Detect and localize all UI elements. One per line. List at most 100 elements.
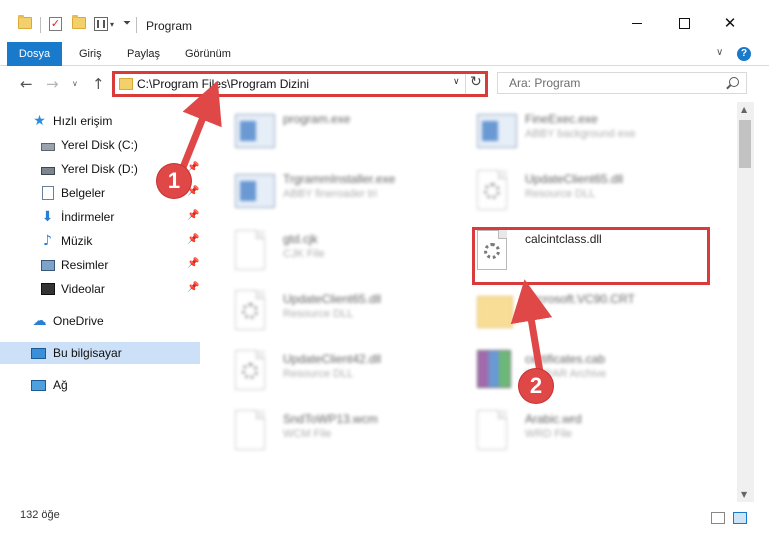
file-item[interactable]: UpdateClient65.dll Resource DLL [467,166,707,220]
tab-home[interactable]: Giriş [79,42,102,66]
download-icon: ⬇ [41,209,54,225]
title-bar: ✓ ▾ ⏷ Program ✕ [0,0,769,42]
file-name: TrgrammInstaller.exe [283,172,396,186]
file-icon [235,230,269,272]
file-name: program.exe [283,112,351,126]
address-bar[interactable]: C:\Program Files\Program Dizini ∨ ↻ [112,71,488,97]
sidebar-item-label: İndirmeler [61,210,115,224]
folder-icon[interactable] [18,15,32,29]
file-name: SndToWP13.wcm [283,412,378,426]
sidebar-item-music[interactable]: ♪ Müzik 📌 [0,230,200,252]
file-item[interactable]: Microsoft.VC90.CRT [467,286,707,340]
up-arrow-icon[interactable]: ↑ [92,75,105,93]
sidebar-item-network[interactable]: Ağ [0,374,200,396]
recent-locations-icon[interactable]: ∨ [72,79,78,88]
file-name: gtd.cjk [283,232,318,246]
search-box[interactable]: Ara: Program [497,72,747,94]
tab-share[interactable]: Paylaş [127,42,160,66]
pin-icon[interactable]: 📌 [187,234,199,245]
address-path[interactable]: C:\Program Files\Program Dizini [137,77,309,91]
scrollbar-thumb[interactable] [739,120,751,168]
file-type: Resource DLL [525,188,596,200]
maximize-button[interactable] [661,8,707,38]
file-item[interactable]: Arabic.wrd WRD File [467,406,707,460]
sidebar-item-onedrive[interactable]: ☁ OneDrive [0,310,200,332]
file-name: Microsoft.VC90.CRT [525,292,635,306]
sidebar-item-videos[interactable]: Videolar 📌 [0,278,200,300]
file-icon [235,410,269,452]
search-icon[interactable] [729,77,739,87]
dll-icon [235,350,269,392]
navigation-bar: ← → ∨ ↑ C:\Program Files\Program Dizini … [0,66,769,102]
drive-icon [40,162,55,176]
window-title: Program [146,19,193,33]
pin-icon[interactable]: 📌 [187,210,199,221]
file-name: UpdateClient65.dll [283,292,382,306]
sidebar-item-pictures[interactable]: Resimler 📌 [0,254,200,276]
view-options-icon[interactable] [94,17,108,31]
file-item[interactable]: gtd.cjk CJK File [225,226,465,280]
sidebar-item-label: Müzik [61,234,93,248]
file-type: WRD File [525,428,573,440]
details-view-icon[interactable] [711,512,725,524]
video-icon [40,282,55,296]
sidebar-item-local-disk-c[interactable]: Yerel Disk (C:) [0,134,200,156]
cloud-icon: ☁ [32,313,47,329]
file-name: UpdateClient65.dll [525,172,624,186]
search-input[interactable]: Ara: Program [509,76,580,90]
new-folder-icon[interactable] [72,15,86,29]
exe-icon [235,110,275,152]
file-item[interactable]: FineExec.exe ABBY background exe [467,106,707,160]
sidebar-item-quick-access[interactable]: ★ Hızlı erişim [0,110,200,132]
ribbon-tabs: Dosya Giriş Paylaş Görünüm ∨ ? [0,42,769,66]
pictures-icon [40,258,55,272]
pin-icon[interactable]: 📌 [187,282,199,293]
exe-icon [477,110,517,152]
sidebar-item-label: Videolar [61,282,105,296]
sidebar-item-this-pc[interactable]: Bu bilgisayar [0,342,200,364]
tab-file[interactable]: Dosya [7,42,62,66]
file-type: CJK File [283,248,325,260]
file-type: ABBY fineroader tri [283,188,377,200]
scroll-down-icon[interactable]: ▼ [741,490,747,499]
sidebar-item-downloads[interactable]: ⬇ İndirmeler 📌 [0,206,200,228]
file-item[interactable]: certificates.cab WinRAR Archive [467,346,707,400]
properties-check-icon[interactable]: ✓ [49,17,62,31]
file-item[interactable]: SndToWP13.wcm WCM File [225,406,465,460]
minimize-button[interactable] [614,8,660,38]
archive-icon [477,350,511,392]
pin-icon[interactable]: 📌 [187,258,199,269]
close-button[interactable]: ✕ [707,8,753,38]
divider [136,17,137,33]
file-name: FineExec.exe [525,112,598,126]
file-name: certificates.cab [525,352,606,366]
tab-view[interactable]: Görünüm [185,42,231,66]
forward-arrow-icon[interactable]: → [46,75,59,93]
customize-toolbar-icon[interactable]: ⏷ [123,18,131,29]
sidebar-item-label: Ağ [53,378,68,392]
refresh-icon[interactable]: ↻ [470,74,482,90]
pin-icon[interactable]: 📌 [187,162,199,173]
file-item[interactable]: program.exe [225,106,465,160]
large-icons-view-icon[interactable] [733,512,747,524]
star-icon: ★ [33,113,46,129]
drive-icon [40,138,55,152]
help-icon[interactable]: ? [737,47,751,61]
step-1-badge: 1 [157,164,191,198]
sidebar-item-label: Resimler [61,258,109,272]
sidebar-item-label: Hızlı erişim [53,114,113,128]
file-name: UpdateClient42.dll [283,352,382,366]
folder-icon [477,290,513,332]
expand-ribbon-icon[interactable]: ∨ [716,47,723,58]
vertical-scrollbar[interactable]: ▲ ▼ [737,102,754,502]
file-item[interactable]: TrgrammInstaller.exe ABBY fineroader tri [225,166,465,220]
sidebar-item-label: Bu bilgisayar [53,346,122,360]
chevron-down-icon[interactable]: ∨ [453,77,460,87]
chevron-down-icon[interactable]: ▾ [110,20,114,29]
back-arrow-icon[interactable]: ← [20,75,33,93]
file-item[interactable]: UpdateClient42.dll Resource DLL [225,346,465,400]
file-item[interactable]: UpdateClient65.dll Resource DLL [225,286,465,340]
scroll-up-icon[interactable]: ▲ [741,105,747,114]
exe-icon [235,170,275,212]
dll-icon [235,290,269,332]
